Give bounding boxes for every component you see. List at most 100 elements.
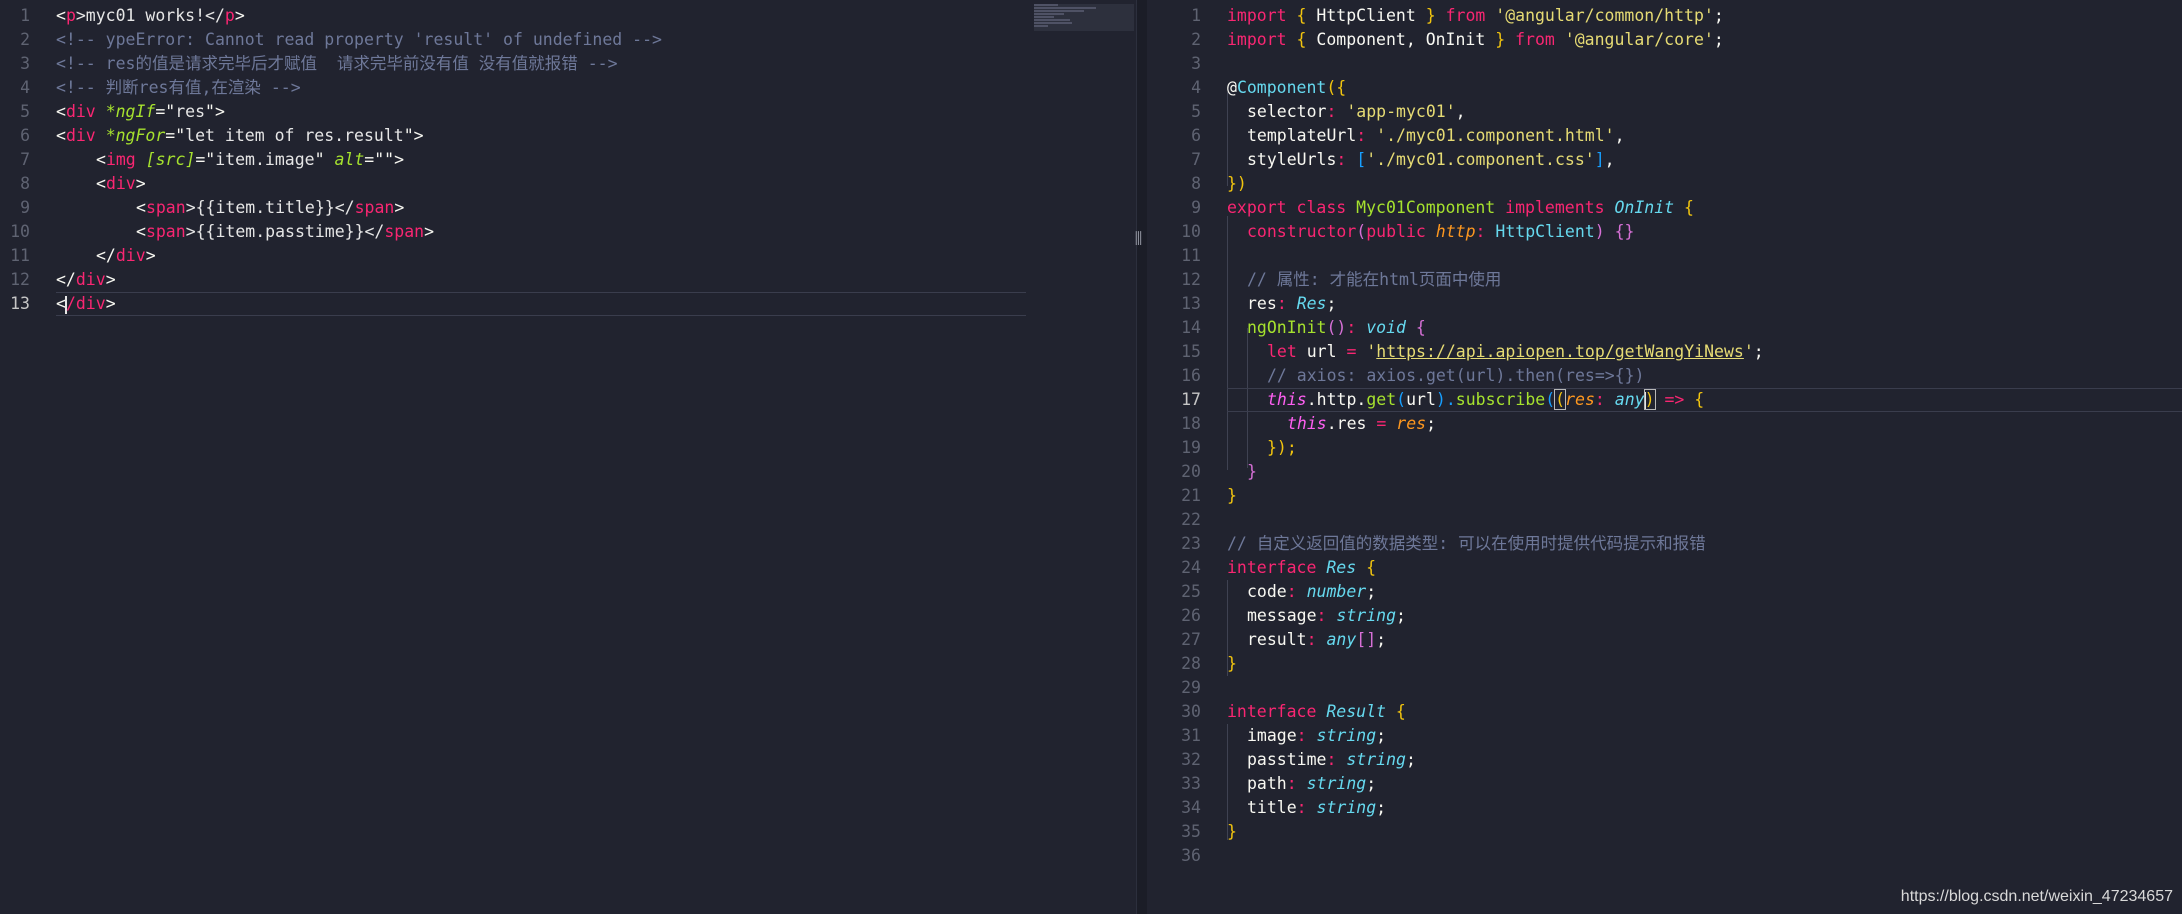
code-line: 28 }: [1147, 652, 2182, 676]
line-number: 5: [20, 102, 30, 121]
code-line: 6 <div *ngFor="let item of res.result">: [0, 124, 1136, 148]
code-line: 30 interface Result {: [1147, 700, 2182, 724]
line-number: 21: [1181, 486, 1201, 505]
left-editor-pane[interactable]: 1 <p>myc01 works!</p> 2 <!-- ypeError: C…: [0, 0, 1136, 914]
code-line: 3: [1147, 52, 2182, 76]
code-line: 31 image: string;: [1147, 724, 2182, 748]
code-line: 4 <!-- 判断res有值,在渲染 -->: [0, 76, 1136, 100]
code-line: 15 let url = 'https://api.apiopen.top/ge…: [1147, 340, 2182, 364]
line-number: 2: [20, 30, 30, 49]
line-number: 6: [20, 126, 30, 145]
code-line: 14 ngOnInit(): void {: [1147, 316, 2182, 340]
right-editor-pane[interactable]: 1 import { HttpClient } from '@angular/c…: [1147, 0, 2182, 914]
line-number: 1: [1191, 6, 1201, 25]
code-line: 2 import { Component, OnInit } from '@an…: [1147, 28, 2182, 52]
code-line: 5 <div *ngIf="res">: [0, 100, 1136, 124]
code-line: 16 // axios: axios.get(url).then(res=>{}…: [1147, 364, 2182, 388]
code-line: 2 <!-- ypeError: Cannot read property 'r…: [0, 28, 1136, 52]
line-number: 18: [1181, 414, 1201, 433]
line-number: 20: [1181, 462, 1201, 481]
code-line: 8 }): [1147, 172, 2182, 196]
code-line: 33 path: string;: [1147, 772, 2182, 796]
code-line: 7 styleUrls: ['./myc01.component.css'],: [1147, 148, 2182, 172]
line-number: 22: [1181, 510, 1201, 529]
line-number: 10: [10, 222, 30, 241]
html-comment: <!-- 判断res有值,在渲染 -->: [56, 78, 301, 97]
code-line: 24 interface Res {: [1147, 556, 2182, 580]
line-number: 34: [1181, 798, 1201, 817]
code-line: 27 result: any[];: [1147, 628, 2182, 652]
code-line: 1 <p>myc01 works!</p>: [0, 4, 1136, 28]
line-number: 12: [1181, 270, 1201, 289]
line-number: 35: [1181, 822, 1201, 841]
line-number: 30: [1181, 702, 1201, 721]
code-line: 19 });: [1147, 436, 2182, 460]
ts-comment: // axios: axios.get(url).then(res=>{}): [1267, 366, 1645, 385]
code-line: 25 code: number;: [1147, 580, 2182, 604]
line-number: 12: [10, 270, 30, 289]
sash-grip-icon[interactable]: ⦀: [1133, 229, 1144, 251]
line-number: 9: [1191, 198, 1201, 217]
line-number: 25: [1181, 582, 1201, 601]
line-number: 19: [1181, 438, 1201, 457]
code-line: 21 }: [1147, 484, 2182, 508]
line-number: 17: [1181, 390, 1201, 409]
line-number: 15: [1181, 342, 1201, 361]
line-number: 23: [1181, 534, 1201, 553]
line-number: 8: [1191, 174, 1201, 193]
code-line: 26 message: string;: [1147, 604, 2182, 628]
line-number: 14: [1181, 318, 1201, 337]
code-line: 13 res: Res;: [1147, 292, 2182, 316]
line-number: 33: [1181, 774, 1201, 793]
left-code-area[interactable]: 1 <p>myc01 works!</p> 2 <!-- ypeError: C…: [0, 4, 1136, 316]
line-number: 4: [20, 78, 30, 97]
line-number: 3: [20, 54, 30, 73]
code-line: 32 passtime: string;: [1147, 748, 2182, 772]
line-number: 27: [1181, 630, 1201, 649]
code-line: 6 templateUrl: './myc01.component.html',: [1147, 124, 2182, 148]
html-comment: <!-- res的值是请求完毕后才赋值 请求完毕前没有值 没有值就报错 -->: [56, 54, 618, 73]
line-number: 10: [1181, 222, 1201, 241]
code-line: 9 <span>{{item.title}}</span>: [0, 196, 1136, 220]
code-line: 7 <img [src]="item.image" alt="">: [0, 148, 1136, 172]
api-url-link[interactable]: https://api.apiopen.top/getWangYiNews: [1376, 342, 1744, 361]
line-number: 3: [1191, 54, 1201, 73]
right-code-area[interactable]: 1 import { HttpClient } from '@angular/c…: [1147, 4, 2182, 868]
line-number: 4: [1191, 78, 1201, 97]
line-number: 9: [20, 198, 30, 217]
current-line-highlight: [56, 292, 1026, 316]
code-line: 11: [1147, 244, 2182, 268]
code-line: 20 }: [1147, 460, 2182, 484]
line-number: 8: [20, 174, 30, 193]
code-line: 12 </div>: [0, 268, 1136, 292]
code-line: 22: [1147, 508, 2182, 532]
code-line: 3 <!-- res的值是请求完毕后才赋值 请求完毕前没有值 没有值就报错 --…: [0, 52, 1136, 76]
code-line-active: 17 this.http.get(url).subscribe((res: an…: [1147, 388, 2182, 412]
code-line: 12 // 属性: 才能在html页面中使用: [1147, 268, 2182, 292]
code-line: 10 <span>{{item.passtime}}</span>: [0, 220, 1136, 244]
code-line: 36: [1147, 844, 2182, 868]
line-number: 24: [1181, 558, 1201, 577]
ts-comment: // 属性: 才能在html页面中使用: [1247, 270, 1502, 289]
code-line: 4 @Component({: [1147, 76, 2182, 100]
line-number: 36: [1181, 846, 1201, 865]
line-number: 31: [1181, 726, 1201, 745]
line-number: 2: [1191, 30, 1201, 49]
code-line: 29: [1147, 676, 2182, 700]
code-line: 35 }: [1147, 820, 2182, 844]
code-line: 34 title: string;: [1147, 796, 2182, 820]
line-number: 6: [1191, 126, 1201, 145]
watermark: https://blog.csdn.net/weixin_47234657: [1900, 888, 2173, 905]
code-line: 5 selector: 'app-myc01',: [1147, 100, 2182, 124]
editor-workbench: 1 <p>myc01 works!</p> 2 <!-- ypeError: C…: [0, 0, 2182, 914]
line-number: 28: [1181, 654, 1201, 673]
line-number: 13: [10, 294, 30, 313]
line-number: 11: [1181, 246, 1201, 265]
code-line: 9 export class Myc01Component implements…: [1147, 196, 2182, 220]
line-number: 13: [1181, 294, 1201, 313]
line-number: 11: [10, 246, 30, 265]
code-line-active: 13 </div>: [0, 292, 1136, 316]
code-line: 11 </div>: [0, 244, 1136, 268]
ts-comment: // 自定义返回值的数据类型: 可以在使用时提供代码提示和报错: [1227, 534, 1706, 553]
code-line: 10 constructor(public http: HttpClient) …: [1147, 220, 2182, 244]
